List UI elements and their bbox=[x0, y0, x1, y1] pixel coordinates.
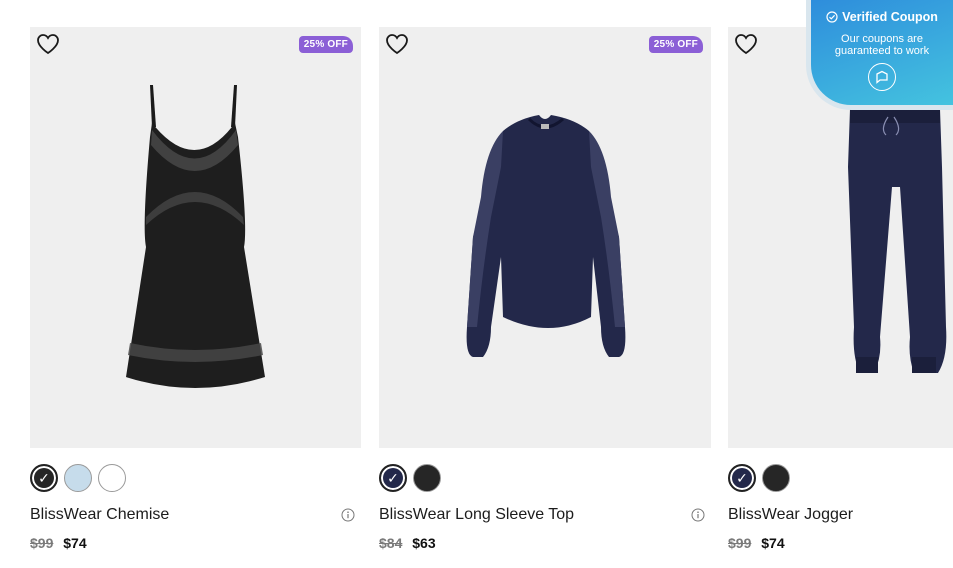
coupon-title: Verified Coupon bbox=[842, 10, 938, 24]
swatch-black-selected[interactable]: ✓ bbox=[30, 464, 58, 492]
check-icon: ✓ bbox=[38, 469, 50, 486]
product-image[interactable]: 25% OFF bbox=[30, 27, 361, 448]
color-swatches: ✓ bbox=[379, 464, 441, 492]
swatch-black[interactable] bbox=[413, 464, 441, 492]
coupon-subtitle-line2: guaranteed to work bbox=[834, 45, 930, 57]
swatch-navy-selected[interactable]: ✓ bbox=[728, 464, 756, 492]
info-icon[interactable] bbox=[691, 508, 705, 522]
swatch-black[interactable] bbox=[762, 464, 790, 492]
verified-coupon-widget[interactable]: Verified Coupon Our coupons are guarante… bbox=[811, 0, 953, 105]
swatch-light-blue[interactable] bbox=[64, 464, 92, 492]
price-row: $99 $74 bbox=[728, 535, 785, 551]
coupon-title-row: Verified Coupon bbox=[811, 10, 953, 24]
original-price: $99 bbox=[30, 535, 54, 551]
product-image[interactable]: 25% OFF bbox=[379, 27, 711, 448]
product-name-row: BlissWear Long Sleeve Top bbox=[379, 506, 711, 524]
original-price: $99 bbox=[728, 535, 752, 551]
swatch-white[interactable] bbox=[98, 464, 126, 492]
price-row: $84 $63 bbox=[379, 535, 436, 551]
sale-price: $74 bbox=[761, 535, 785, 551]
info-icon[interactable] bbox=[341, 508, 355, 522]
color-swatches: ✓ bbox=[728, 464, 790, 492]
product-name[interactable]: BlissWear Jogger bbox=[728, 506, 853, 524]
coupon-subtitle: Our coupons are guaranteed to work bbox=[811, 33, 953, 57]
sale-price: $63 bbox=[412, 535, 436, 551]
product-card-long-sleeve-top[interactable]: 25% OFF ✓ BlissWear Long Sleeve Top $84 … bbox=[379, 27, 711, 551]
product-name-row: BlissWear Jogger bbox=[728, 506, 953, 524]
coupon-subtitle-line1: Our coupons are bbox=[841, 33, 923, 45]
discount-badge: 25% OFF bbox=[298, 36, 353, 53]
sale-price: $74 bbox=[63, 535, 87, 551]
heart-icon[interactable] bbox=[36, 33, 60, 55]
chat-bubble-icon bbox=[876, 70, 888, 84]
swatch-navy-selected[interactable]: ✓ bbox=[379, 464, 407, 492]
chemise-image bbox=[126, 85, 265, 388]
product-name[interactable]: BlissWear Chemise bbox=[30, 506, 169, 524]
original-price: $84 bbox=[379, 535, 403, 551]
product-name-row: BlissWear Chemise bbox=[30, 506, 361, 524]
check-icon: ✓ bbox=[387, 469, 399, 486]
discount-badge: 25% OFF bbox=[648, 36, 703, 53]
long-sleeve-top-image bbox=[466, 115, 626, 357]
heart-icon[interactable] bbox=[385, 33, 409, 55]
product-card-chemise[interactable]: 25% OFF ✓ BlissWear Chemise $99 $74 bbox=[30, 27, 361, 551]
check-icon: ✓ bbox=[736, 469, 748, 486]
heart-icon[interactable] bbox=[734, 33, 758, 55]
check-circle-icon bbox=[826, 11, 838, 23]
product-name[interactable]: BlissWear Long Sleeve Top bbox=[379, 506, 574, 524]
coupon-logo-icon[interactable] bbox=[868, 63, 896, 91]
price-row: $99 $74 bbox=[30, 535, 87, 551]
color-swatches: ✓ bbox=[30, 464, 126, 492]
